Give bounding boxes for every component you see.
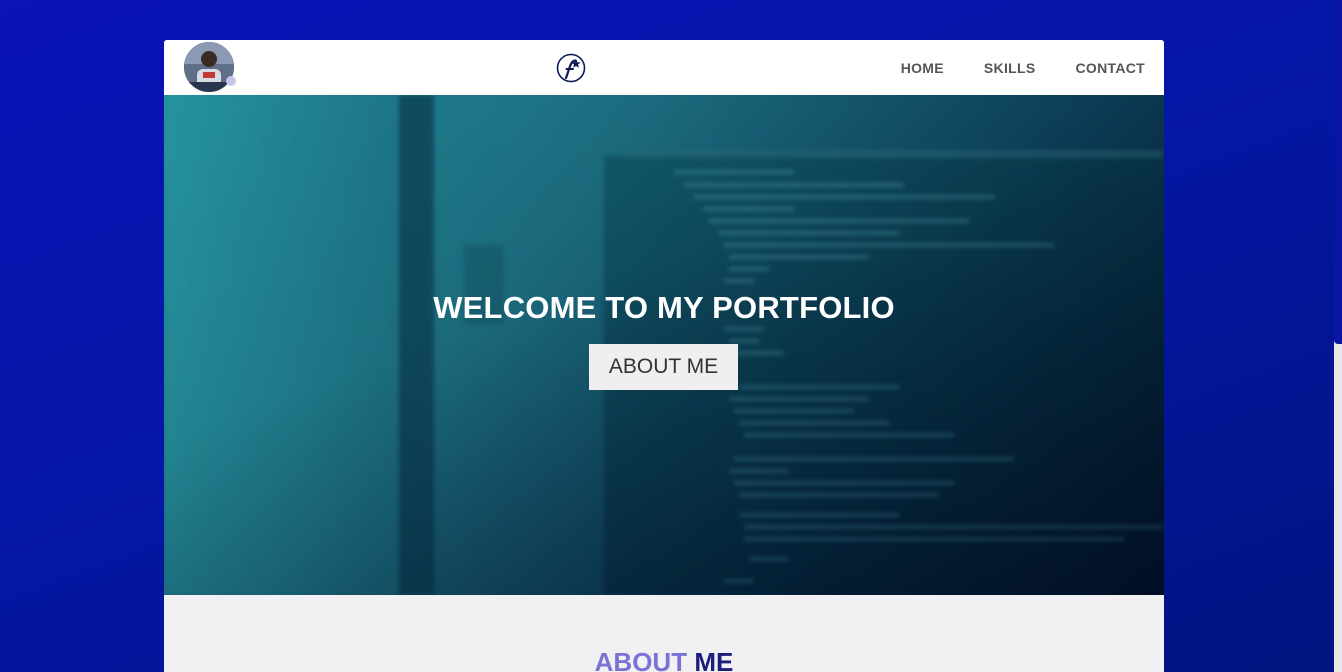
about-me-button[interactable]: ABOUT ME xyxy=(589,344,738,390)
portfolio-page: HOME SKILLS CONTACT WELCOME TO MY PORTFO… xyxy=(164,40,1164,672)
about-section: ABOUT ME xyxy=(164,595,1164,672)
hero-title: WELCOME TO MY PORTFOLIO xyxy=(433,290,895,325)
scrollbar[interactable] xyxy=(1334,0,1342,672)
about-heading-dark-word: ME xyxy=(694,647,734,672)
about-heading: ABOUT ME xyxy=(164,647,1164,672)
nav-link-home[interactable]: HOME xyxy=(901,60,944,76)
avatar-status-dot xyxy=(226,76,236,86)
f-star-logo-icon[interactable] xyxy=(556,53,586,83)
hero-section: WELCOME TO MY PORTFOLIO ABOUT ME xyxy=(164,95,1164,595)
nav-links: HOME SKILLS CONTACT xyxy=(901,40,1145,95)
about-heading-accent-word: ABOUT xyxy=(594,647,688,672)
nav-link-contact[interactable]: CONTACT xyxy=(1076,60,1146,76)
navbar: HOME SKILLS CONTACT xyxy=(164,40,1164,95)
scrollbar-thumb[interactable] xyxy=(1334,0,1342,344)
nav-link-skills[interactable]: SKILLS xyxy=(984,60,1036,76)
